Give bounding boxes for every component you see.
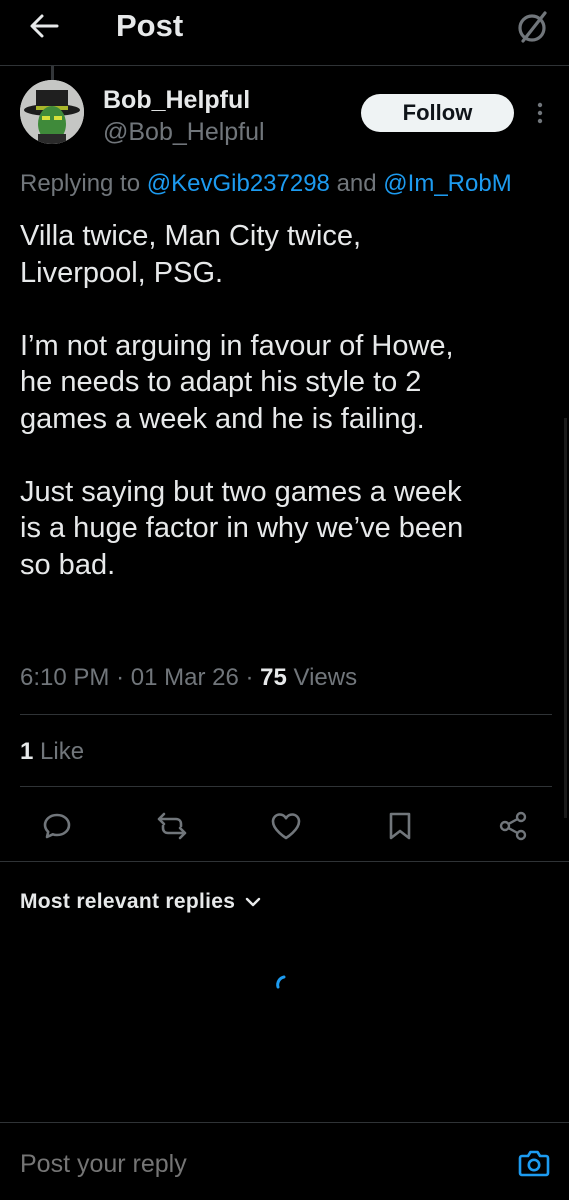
camera-button[interactable] — [514, 1143, 554, 1183]
post-paragraph: Villa twice, Man City twice, Liverpool, … — [20, 220, 362, 289]
post-text: Villa twice, Man City twice, Liverpool, … — [20, 218, 550, 583]
divider — [20, 714, 552, 715]
post-paragraph: Just saying but two games a week is a hu… — [20, 475, 464, 581]
author-handle[interactable]: @Bob_Helpful — [103, 117, 265, 147]
mention-link[interactable]: @Im_RobM — [383, 170, 511, 197]
likes-label: Like — [40, 738, 85, 765]
bookmark-button[interactable] — [380, 806, 420, 846]
post-paragraph: I’m not arguing in favour of Howe, he ne… — [20, 329, 454, 435]
arrow-left-icon — [30, 14, 59, 38]
avatar-image — [20, 80, 84, 144]
views-count: 75 — [260, 664, 287, 691]
like-icon — [271, 813, 301, 840]
back-button[interactable] — [22, 8, 66, 44]
replying-joiner: and — [329, 170, 384, 197]
more-vertical-icon — [537, 102, 543, 124]
share-icon — [499, 811, 527, 841]
replies-sort-dropdown[interactable]: Most relevant replies — [20, 886, 261, 918]
avatar[interactable] — [20, 80, 84, 144]
sort-label: Most relevant replies — [20, 890, 236, 913]
likes-count: 1 — [20, 738, 34, 765]
reply-composer — [0, 1122, 569, 1200]
follow-button[interactable]: Follow — [361, 94, 514, 132]
likes-summary[interactable]: 1 Like — [20, 736, 84, 768]
author-name[interactable]: Bob_Helpful — [103, 85, 250, 115]
divider — [20, 786, 552, 787]
scrollbar[interactable] — [564, 418, 567, 818]
views-label: Views — [293, 664, 358, 691]
grok-slash-icon — [518, 11, 547, 43]
post-time[interactable]: 6:10 PM — [20, 664, 109, 691]
replying-prefix: Replying to — [20, 170, 147, 197]
reply-icon — [43, 813, 71, 839]
thread-connector — [51, 66, 54, 80]
mention-link[interactable]: @KevGib237298 — [147, 170, 330, 197]
more-options-button[interactable] — [529, 96, 551, 130]
meta-separator: · — [116, 664, 125, 691]
top-app-bar: Post — [0, 0, 569, 66]
chevron-down-icon — [246, 897, 261, 907]
bookmark-icon — [389, 812, 411, 840]
like-button[interactable] — [266, 806, 306, 846]
repost-icon — [157, 812, 187, 840]
meta-separator: · — [245, 664, 254, 691]
repost-button[interactable] — [152, 806, 192, 846]
camera-icon — [518, 1150, 550, 1177]
post-date[interactable]: 01 Mar 26 — [131, 664, 239, 691]
replying-to: Replying to @KevGib237298 and @Im_RobM — [20, 169, 569, 199]
reply-button[interactable] — [37, 806, 77, 846]
loading-spinner-icon — [276, 975, 286, 989]
divider — [0, 861, 569, 862]
share-button[interactable] — [493, 806, 533, 846]
post-metadata: 6:10 PM · 01 Mar 26 · 75 Views — [20, 662, 357, 694]
reply-input[interactable] — [20, 1149, 460, 1179]
grok-button[interactable] — [513, 8, 553, 46]
page-title: Post — [116, 8, 184, 43]
